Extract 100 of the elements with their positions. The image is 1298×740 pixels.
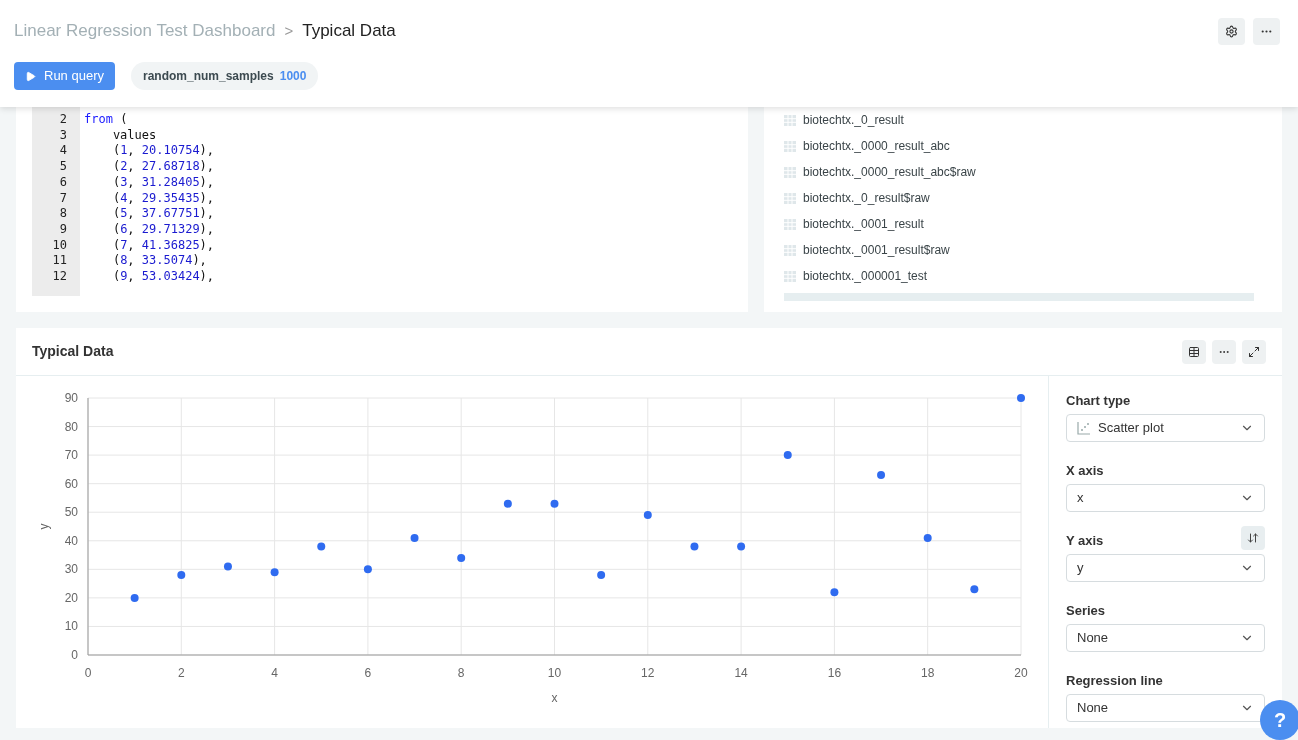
data-point[interactable] xyxy=(783,451,792,460)
parameter-chip[interactable]: random_num_samples 1000 xyxy=(131,62,319,90)
table-list-item[interactable]: biotechtx._0000_result_abc$raw xyxy=(784,159,1254,185)
line-number: 2 xyxy=(59,112,67,128)
data-point[interactable] xyxy=(643,511,652,520)
y-tick-label: 20 xyxy=(64,590,78,605)
data-point[interactable] xyxy=(177,571,186,580)
data-point[interactable] xyxy=(597,571,606,580)
code-line: (4, 29.35435), xyxy=(111,190,215,205)
data-point[interactable] xyxy=(877,471,886,480)
x-tick-label: 8 xyxy=(457,666,465,680)
swap-icon xyxy=(1247,532,1259,544)
y-tick-label: 70 xyxy=(64,448,78,463)
data-point[interactable] xyxy=(970,585,979,594)
data-point[interactable] xyxy=(457,553,466,562)
table-icon xyxy=(784,270,796,282)
table-icon xyxy=(784,140,796,152)
x-tick-label: 4 xyxy=(271,666,278,680)
setting-label: Chart type xyxy=(1066,391,1131,410)
x-tick-label: 2 xyxy=(177,666,185,680)
setting-label: Series xyxy=(1066,601,1106,620)
y-tick-label: 80 xyxy=(64,419,78,434)
x-tick-label: 16 xyxy=(827,666,842,680)
data-point[interactable] xyxy=(130,593,139,602)
data-point[interactable] xyxy=(830,588,839,597)
setting-dropdown[interactable]: Scatter plot xyxy=(1066,414,1265,442)
y-tick-label: 10 xyxy=(64,619,78,634)
setting-dropdown[interactable]: None xyxy=(1066,694,1265,722)
table-icon xyxy=(784,244,796,256)
data-point[interactable] xyxy=(737,542,746,551)
scatter-plot-icon xyxy=(1077,421,1091,435)
data-point[interactable] xyxy=(223,562,232,571)
swap-axes-button[interactable] xyxy=(1241,526,1265,550)
x-tick-label: 6 xyxy=(364,666,372,680)
x-tick-label: 18 xyxy=(921,666,935,680)
x-tick-label: 0 xyxy=(84,666,92,680)
data-point[interactable] xyxy=(410,533,419,542)
y-axis-label: y xyxy=(37,523,51,530)
setting-dropdown[interactable]: None xyxy=(1066,624,1265,652)
settings-button[interactable] xyxy=(1218,17,1245,45)
data-point[interactable] xyxy=(363,565,372,574)
code-line: from ( xyxy=(84,112,128,126)
line-number: 7 xyxy=(59,190,67,207)
play-icon xyxy=(25,70,36,82)
x-axis-label: x xyxy=(551,691,558,705)
y-tick-label: 40 xyxy=(64,533,78,548)
data-point[interactable] xyxy=(270,568,279,577)
table-icon xyxy=(784,192,796,204)
code-line: (5, 37.67751), xyxy=(111,206,215,221)
setting-dropdown[interactable]: y xyxy=(1066,554,1265,582)
y-tick-label: 60 xyxy=(64,476,78,491)
code-line: (9, 53.03424), xyxy=(111,269,215,284)
data-point[interactable] xyxy=(317,542,326,551)
expand-button[interactable] xyxy=(1242,339,1266,364)
code-line: (7, 41.36825), xyxy=(111,237,215,252)
setting-label: Y axis xyxy=(1066,531,1104,550)
x-tick-label: 10 xyxy=(547,666,562,680)
setting-label: X axis xyxy=(1066,461,1104,480)
table-list-item[interactable]: biotechtx._0_result xyxy=(784,107,1254,133)
data-point[interactable] xyxy=(1017,394,1025,402)
page-title: Typical Data xyxy=(302,20,396,43)
code-line: (8, 33.5074), xyxy=(111,253,207,268)
line-number: 11 xyxy=(52,253,67,270)
table-list-item[interactable]: biotechtx._0001_result xyxy=(784,211,1254,237)
line-number: 4 xyxy=(59,143,67,160)
table-list-item[interactable]: biotechtx._0001_result$raw xyxy=(784,237,1254,263)
x-tick-label: 14 xyxy=(734,666,748,680)
expand-icon xyxy=(1248,345,1260,358)
line-number: 8 xyxy=(59,206,67,222)
line-number: 10 xyxy=(52,237,67,254)
data-point[interactable] xyxy=(923,533,932,542)
table-view-button[interactable] xyxy=(1182,339,1206,364)
x-tick-label: 20 xyxy=(1014,666,1028,680)
y-tick-label: 30 xyxy=(64,562,78,577)
data-point[interactable] xyxy=(550,499,559,508)
y-tick-label: 50 xyxy=(64,505,78,520)
table-icon xyxy=(784,166,796,178)
data-point[interactable] xyxy=(690,542,699,551)
setting-label: Regression line xyxy=(1066,671,1163,690)
line-number: 5 xyxy=(59,159,67,175)
table-list-item[interactable]: biotechtx._000001_test xyxy=(784,263,1254,289)
table-list-item[interactable]: biotechtx._0_result$raw xyxy=(784,185,1254,211)
line-number: 6 xyxy=(59,174,67,191)
y-tick-label: 0 xyxy=(71,648,78,662)
table-list-item[interactable]: biotechtx._0000_result_abc xyxy=(784,133,1254,159)
y-tick-label: 90 xyxy=(64,391,78,405)
table-icon xyxy=(784,114,796,126)
setting-dropdown[interactable]: x xyxy=(1066,484,1265,512)
code-line: (1, 20.10754), xyxy=(111,143,215,158)
breadcrumb-separator: > xyxy=(284,20,294,41)
line-number: 3 xyxy=(59,127,67,144)
settings-icon xyxy=(1225,24,1238,38)
line-number: 12 xyxy=(52,269,67,285)
chart-title: Typical Data xyxy=(32,342,114,361)
line-number: 9 xyxy=(59,221,67,238)
code-editor[interactable]: from ( values (1, 20.10754), (2, 27.68718), (3, 31.28405), (4, 29.35435), (5, 37.67751), (6, 29.71329), (7, 41.36825), (8, 33.5074), (9, 53.03424), xyxy=(80,107,748,296)
code-line: (6, 29.71329), xyxy=(111,221,215,236)
code-line: values xyxy=(111,127,157,142)
data-point[interactable] xyxy=(503,499,512,508)
table-icon xyxy=(784,218,796,230)
